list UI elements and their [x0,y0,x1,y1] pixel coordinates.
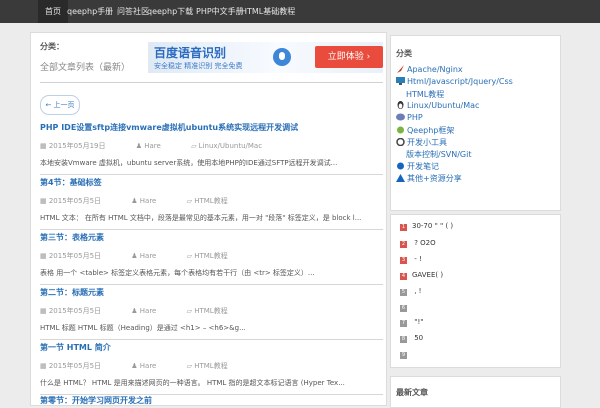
post-item: 第二节：标题元素 ▦ 2015年05月5日 ♟ Hare ▱ HTML教程 HT… [40,287,383,340]
category-apache-nginx[interactable]: Apache/Nginx [396,65,463,74]
post-author[interactable]: ♟ Hare [136,142,175,150]
hot-post-item[interactable]: 9 [400,350,412,359]
hot-post-item[interactable]: 5 , ! [400,287,421,296]
category-resources[interactable]: 其他+资源分享 [396,173,462,184]
latest-posts-widget: 最新文章 [390,376,561,408]
category-html-js[interactable]: Html/Javascript/Jquery/Css [396,77,513,86]
category-dev-tools[interactable]: 开发小工具 [396,137,447,148]
post-item: 第三节：表格元素 ▦ 2015年05月5日 ♟ Hare ▱ HTML教程 表格… [40,232,383,285]
category-subtitle: 全部文章列表（最新） [40,63,131,73]
category-php[interactable]: PHP [396,113,423,122]
post-item: 第4节：基础标签 ▦ 2015年05月5日 ♟ Hare ▱ HTML教程 HT… [40,177,383,230]
post-excerpt: HTML 文本： 在所有 HTML 文档中，段落是最常见的基本元素，用一对 "段… [40,214,362,222]
post-item: PHP IDE设置sftp连接vmware虚拟机ubuntu系统实现远程开发调试… [40,122,383,175]
rank-badge: 8 [400,336,407,343]
post-item: 第一节 HTML 简介 ▦ 2015年05月5日 ♟ Hare ▱ HTML教程… [40,342,383,395]
post-excerpt: HTML 标题 HTML 标题（Heading）是通过 <h1> – <h6>&… [40,324,246,332]
post-meta: ▦ 2015年05月19日 ♟ Hare ▱ Linux/Ubuntu/Mac [40,141,383,151]
php-icon [396,113,405,121]
hot-post-item[interactable]: 6 [400,303,412,312]
feather-icon [396,65,405,73]
nav-item-qeephp-manual[interactable]: qeephp手册 [67,0,113,23]
post-category[interactable]: ▱ Linux/Ubuntu/Mac [191,142,276,150]
post-excerpt: 表格 用一个 <table> 标签定义表格元素，每个表格均有若干行（由 <tr>… [40,269,315,277]
categories-widget: 分类 Apache/Nginx Html/Javascript/Jquery/C… [390,35,561,211]
post-category[interactable]: ▱ HTML教程 [187,197,242,205]
hot-post-item[interactable]: 1 30-70 " " ( ) [400,222,453,231]
divider [40,229,383,230]
post-date: ▦ 2015年05月5日 [40,307,102,315]
banner-title: 百度语音识别 [154,46,227,60]
microphone-icon [273,48,291,66]
post-item: 第零节：开始学习网页开发之前 [40,395,383,407]
qeephp-icon [396,126,405,134]
nav-item-php-manual[interactable]: PHP中文手册 [196,0,244,23]
hot-post-item[interactable]: 3 - ! [400,255,422,264]
hot-post-item[interactable]: 2 ? O2O [400,239,436,248]
share-icon [396,174,405,182]
post-title[interactable]: 第4节：基础标签 [40,177,383,189]
post-title[interactable]: 第零节：开始学习网页开发之前 [40,395,383,407]
rank-badge: 5 [400,289,407,296]
divider [40,82,383,83]
divider [40,284,383,285]
category-dev-notes[interactable]: 开发笔记 [396,161,439,172]
monitor-icon [396,77,405,85]
rank-badge: 4 [400,273,407,280]
widget-title: 分类 [396,49,412,58]
rank-badge: 9 [400,352,407,359]
post-author[interactable]: ♟ Hare [131,252,170,260]
banner-cta-button[interactable]: 立即体验 › [315,46,383,68]
category-linux[interactable]: Linux/Ubuntu/Mac [396,101,479,110]
post-title[interactable]: 第三节：表格元素 [40,232,383,244]
post-title[interactable]: 第一节 HTML 简介 [40,342,383,354]
post-meta: ▦ 2015年05月5日 ♟ Hare ▱ HTML教程 [40,196,383,206]
post-author[interactable]: ♟ Hare [131,362,170,370]
main-content: 分类： 全部文章列表（最新） 百度语音识别 安全稳定 精准识别 完全免费 立即体… [30,32,387,406]
hot-post-item[interactable]: 8 50 [400,334,423,343]
post-date: ▦ 2015年05月19日 [40,142,106,150]
rank-badge: 3 [400,257,407,264]
rank-badge: 7 [400,320,407,327]
divider [40,174,383,175]
notes-icon [396,162,405,170]
post-excerpt: 本地安装Vmware 虚拟机，ubuntu server系统，使用本地PHP的I… [40,159,338,167]
top-navigation: 首页 qeephp手册 问答社区 qeephp下载 PHP中文手册 HTML基础… [0,0,600,23]
nav-item-html-tutorial[interactable]: HTML基础教程 [241,0,295,23]
post-meta: ▦ 2015年05月5日 ♟ Hare ▱ HTML教程 [40,306,383,316]
post-category[interactable]: ▱ HTML教程 [187,362,242,370]
hot-posts-widget: 1 30-70 " " ( ) 2 ? O2O 3 - ! 4 GAVEE( ) 5… [390,214,561,368]
penguin-icon [396,101,405,109]
post-meta: ▦ 2015年05月5日 ♟ Hare ▱ HTML教程 [40,251,383,261]
tools-icon [396,137,405,147]
category-version-control[interactable]: 版本控制/SVN/Git [406,149,471,160]
post-meta: ▦ 2015年05月5日 ♟ Hare ▱ HTML教程 [40,361,383,371]
banner-subtitle: 安全稳定 精准识别 完全免费 [154,62,243,70]
previous-page-button[interactable]: ← 上一页 [40,95,80,115]
category-html-tutorial[interactable]: HTML教程 [406,89,444,100]
hot-post-item[interactable]: 7 "!" [400,318,423,327]
rank-badge: 1 [400,224,407,231]
nav-item-qeephp-download[interactable]: qeephp下载 [147,0,193,23]
divider [40,339,383,340]
post-category[interactable]: ▱ HTML教程 [187,252,242,260]
post-excerpt: 什么是 HTML？ HTML 是用来描述网页的一种语言。 HTML 指的是超文本… [40,379,345,387]
category-qeephp[interactable]: Qeephp框架 [396,125,454,136]
post-date: ▦ 2015年05月5日 [40,362,102,370]
nav-item-community[interactable]: 问答社区 [117,0,149,23]
widget-title: 最新文章 [396,388,428,397]
nav-item-home[interactable]: 首页 [38,0,68,23]
rank-badge: 6 [400,305,407,312]
post-author[interactable]: ♟ Hare [131,307,170,315]
ad-banner[interactable]: 百度语音识别 安全稳定 精准识别 完全免费 立即体验 › [148,42,383,73]
post-category[interactable]: ▱ HTML教程 [187,307,242,315]
rank-badge: 2 [400,241,407,248]
post-date: ▦ 2015年05月5日 [40,197,102,205]
post-title[interactable]: PHP IDE设置sftp连接vmware虚拟机ubuntu系统实现远程开发调试 [40,122,383,134]
post-date: ▦ 2015年05月5日 [40,252,102,260]
post-author[interactable]: ♟ Hare [131,197,170,205]
hot-post-item[interactable]: 4 GAVEE( ) [400,271,443,280]
category-label: 分类： [40,42,64,51]
post-title[interactable]: 第二节：标题元素 [40,287,383,299]
